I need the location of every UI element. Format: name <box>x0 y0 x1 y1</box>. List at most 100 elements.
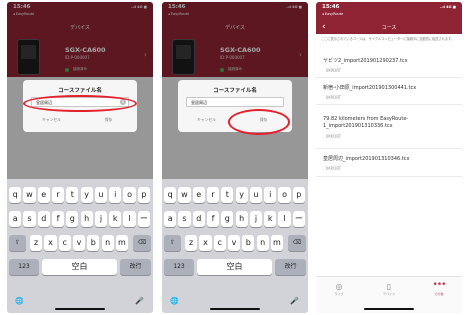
shift-key[interactable]: ⇧ <box>164 235 181 251</box>
key-f[interactable]: f <box>51 211 65 227</box>
key-g[interactable]: g <box>66 211 79 227</box>
cancel-button[interactable]: キャンセル <box>178 115 235 125</box>
key-k[interactable]: k <box>109 211 122 227</box>
key-l[interactable]: l <box>123 211 136 227</box>
space-key[interactable]: 空白 <box>42 259 117 275</box>
return-key[interactable]: 改行 <box>120 259 151 275</box>
route-item[interactable]: ヤビツ2_import201901290237.tcx IMPORT <box>316 54 462 78</box>
key-y[interactable]: y <box>80 187 93 203</box>
key-q[interactable]: q <box>9 187 22 203</box>
cancel-button[interactable]: キャンセル <box>23 115 80 125</box>
tab-label: ライブ <box>334 292 344 296</box>
tab-device[interactable]: ▯ デバイス <box>369 282 409 296</box>
key-k[interactable]: k <box>264 211 277 227</box>
route-name: 新宿-小田原_import201901300441.tcx <box>323 85 417 91</box>
microphone-icon[interactable]: 🎤 <box>135 297 144 305</box>
key-l[interactable]: l <box>278 211 291 227</box>
filename-input-value: 皇居周辺 <box>191 100 207 105</box>
key-x[interactable]: x <box>199 235 212 251</box>
delete-key[interactable]: ⌫ <box>133 235 151 251</box>
key-a[interactable]: a <box>9 211 22 227</box>
route-name: ヤビツ2_import201901290237.tcx <box>323 58 408 64</box>
tab-label: デバイス <box>383 292 395 296</box>
numbers-key[interactable]: 123 <box>9 259 39 275</box>
key-v[interactable]: v <box>227 235 241 251</box>
tab-label: その他 <box>434 292 444 296</box>
key-d[interactable]: d <box>192 211 205 227</box>
key-z[interactable]: z <box>185 235 198 251</box>
signal-battery-icon: ..ıl 4G ■ <box>439 5 456 9</box>
keyboard: q w e r t y u i o p a s d f g h j k l ー ⇧ z x c v b n m ⌫ 123 空白 改行 🌐 🎤 <box>162 179 308 313</box>
key-g[interactable]: g <box>221 211 234 227</box>
route-item[interactable]: 79.82 kilometers from EasyRoute-1_import… <box>316 107 462 149</box>
key-w[interactable]: w <box>23 187 36 203</box>
key-h[interactable]: h <box>235 211 248 227</box>
nav-bar: ‹ コース <box>316 21 462 34</box>
key-u[interactable]: u <box>249 187 263 203</box>
key-dash[interactable]: ー <box>137 211 150 227</box>
status-time: 15:46 <box>322 4 340 10</box>
key-y[interactable]: y <box>235 187 248 203</box>
space-key[interactable]: 空白 <box>197 259 272 275</box>
globe-icon[interactable]: 🌐 <box>15 297 24 305</box>
route-tag: IMPORT <box>326 134 342 139</box>
key-d[interactable]: d <box>37 211 50 227</box>
key-a[interactable]: a <box>164 211 177 227</box>
save-button[interactable]: 保存 <box>80 115 137 125</box>
more-dots-icon: ••• <box>432 280 447 290</box>
key-s[interactable]: s <box>178 211 191 227</box>
key-j[interactable]: j <box>249 211 263 227</box>
route-name: 皇居周辺_import201901310346.tcx <box>323 156 410 162</box>
phone-screen-rename-dialog: 15:46 ◂ EasyRoute ..ıl 4G ■ デバイス SGX-CA6… <box>7 2 153 313</box>
key-h[interactable]: h <box>80 211 93 227</box>
key-e[interactable]: e <box>192 187 205 203</box>
shift-key[interactable]: ⇧ <box>9 235 26 251</box>
key-t[interactable]: t <box>66 187 79 203</box>
key-dash[interactable]: ー <box>292 211 305 227</box>
back-to-app-link[interactable]: ◂ EasyRoute <box>322 12 343 16</box>
key-c[interactable]: c <box>213 235 226 251</box>
key-e[interactable]: e <box>37 187 50 203</box>
key-j[interactable]: j <box>94 211 108 227</box>
tab-live[interactable]: ◎ ライブ <box>319 282 359 296</box>
key-p[interactable]: p <box>292 187 305 203</box>
key-o[interactable]: o <box>278 187 291 203</box>
key-z[interactable]: z <box>30 235 43 251</box>
route-item[interactable]: 新宿-小田原_import201901300441.tcx IMPORT <box>316 80 462 105</box>
key-n[interactable]: n <box>101 235 114 251</box>
key-s[interactable]: s <box>23 211 36 227</box>
tab-more[interactable]: ••• その他 <box>419 280 459 297</box>
numbers-key[interactable]: 123 <box>164 259 194 275</box>
status-bar: 15:46 ◂ EasyRoute ..ıl 4G ■ <box>316 2 462 21</box>
home-indicator <box>55 308 105 310</box>
key-m[interactable]: m <box>115 235 129 251</box>
delete-key[interactable]: ⌫ <box>288 235 306 251</box>
key-v[interactable]: v <box>72 235 86 251</box>
key-p[interactable]: p <box>137 187 150 203</box>
key-c[interactable]: c <box>58 235 71 251</box>
microphone-icon[interactable]: 🎤 <box>290 297 299 305</box>
key-f[interactable]: f <box>206 211 220 227</box>
home-indicator <box>364 308 414 310</box>
key-r[interactable]: r <box>206 187 220 203</box>
key-o[interactable]: o <box>123 187 136 203</box>
key-i[interactable]: i <box>109 187 122 203</box>
key-n[interactable]: n <box>256 235 269 251</box>
key-u[interactable]: u <box>94 187 108 203</box>
key-x[interactable]: x <box>44 235 57 251</box>
filename-input[interactable]: 皇居周辺 <box>186 97 284 107</box>
key-b[interactable]: b <box>242 235 255 251</box>
key-i[interactable]: i <box>264 187 277 203</box>
key-m[interactable]: m <box>270 235 284 251</box>
key-q[interactable]: q <box>164 187 177 203</box>
key-w[interactable]: w <box>178 187 191 203</box>
return-key[interactable]: 改行 <box>275 259 306 275</box>
keyboard: q w e r t y u i o p a s d f g h j k l ー ⇧ z x c v b n m ⌫ 123 空白 改行 🌐 🎤 <box>7 179 153 313</box>
key-b[interactable]: b <box>87 235 100 251</box>
route-item[interactable]: 皇居周辺_import201901310346.tcx IMPORT <box>316 151 462 177</box>
key-t[interactable]: t <box>221 187 234 203</box>
key-r[interactable]: r <box>51 187 65 203</box>
phone-screen-course-list: 15:46 ◂ EasyRoute ..ıl 4G ■ ‹ コース ここに表示さ… <box>316 2 462 313</box>
globe-icon[interactable]: 🌐 <box>170 297 179 305</box>
route-name: 79.82 kilometers from EasyRoute-1_import… <box>323 116 409 129</box>
